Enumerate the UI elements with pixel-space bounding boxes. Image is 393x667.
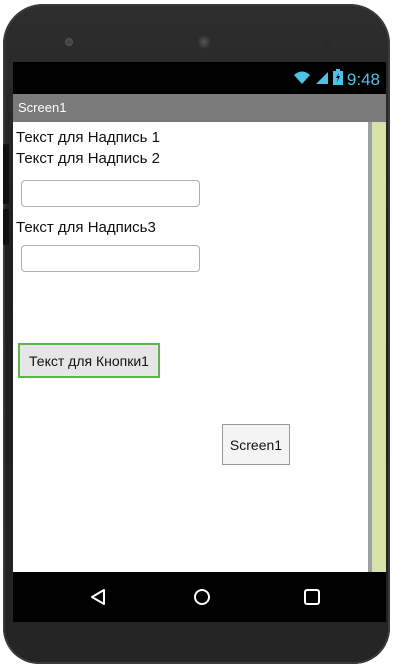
phone-frame: 9:48 Screen1 Текст для Надпись 1 Текст д…: [3, 4, 390, 664]
recents-icon[interactable]: [298, 583, 326, 611]
status-time: 9:48: [346, 69, 380, 89]
scrollbar-track[interactable]: [368, 122, 386, 572]
wifi-icon: [293, 70, 311, 90]
textbox-1[interactable]: [21, 180, 200, 207]
home-icon[interactable]: [188, 583, 216, 611]
screen-tag-button[interactable]: Screen1: [222, 424, 290, 465]
scrollbar-thumb[interactable]: [368, 122, 372, 572]
phone-screen: 9:48 Screen1 Текст для Надпись 1 Текст д…: [13, 62, 386, 622]
title-bar: Screen1: [13, 94, 386, 122]
back-icon[interactable]: [84, 583, 112, 611]
signal-icon: [315, 70, 329, 90]
screen-content: Текст для Надпись 1 Текст для Надпись 2 …: [13, 122, 368, 572]
power-button: [3, 209, 9, 245]
navigation-bar: [13, 572, 386, 622]
label-2: Текст для Надпись 2: [16, 150, 160, 167]
phone-mockup: 9:48 Screen1 Текст для Надпись 1 Текст д…: [0, 0, 393, 667]
status-bar: 9:48: [13, 62, 386, 94]
volume-button: [3, 144, 9, 204]
earpiece-sensor-icon: [196, 34, 212, 50]
button-1[interactable]: Текст для Кнопки1: [18, 343, 160, 378]
label-1: Текст для Надпись 1: [16, 129, 160, 146]
textbox-2[interactable]: [21, 245, 200, 272]
battery-charging-icon: [332, 69, 343, 90]
proximity-sensor-icon: [323, 38, 331, 46]
front-camera-icon: [65, 38, 73, 46]
screen-title: Screen1: [18, 100, 67, 115]
label-3: Текст для Надпись3: [16, 219, 156, 236]
